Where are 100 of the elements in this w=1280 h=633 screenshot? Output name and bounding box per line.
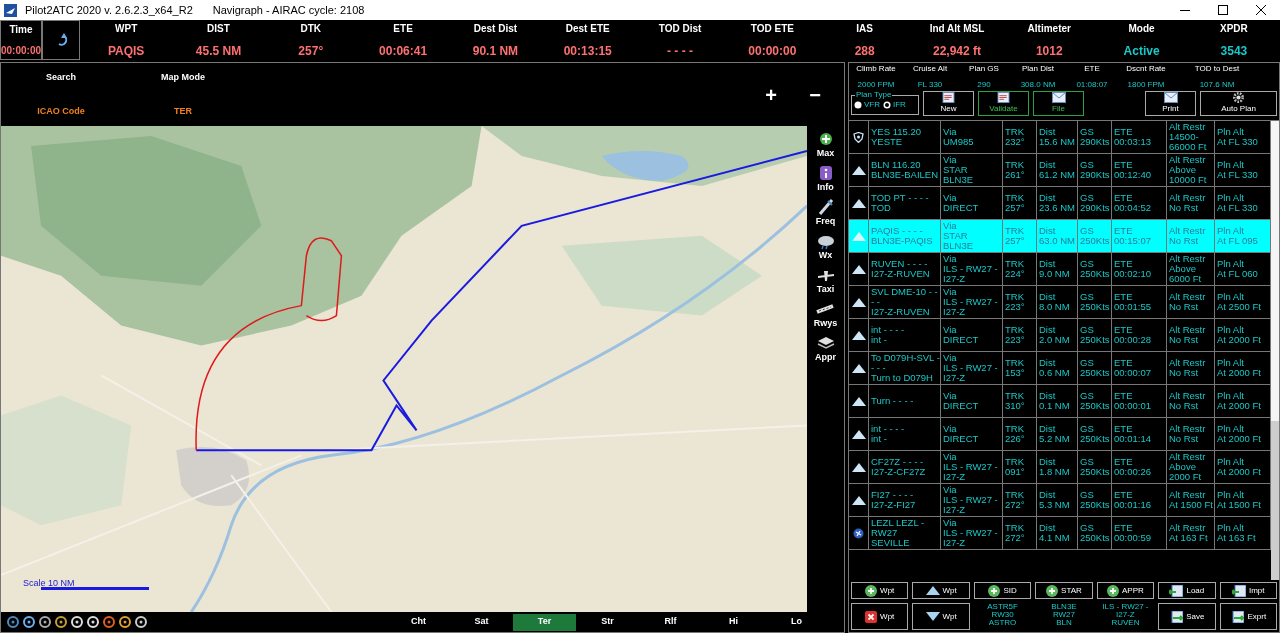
route-cell: Dist 2.0 NM xyxy=(1037,319,1078,351)
route-edit-button[interactable]: Wpt xyxy=(912,603,970,630)
file-import-icon xyxy=(1169,584,1184,597)
plan-button[interactable]: Print xyxy=(1145,91,1196,116)
route-edit-button[interactable]: Wpt xyxy=(851,582,909,599)
plan-stat-label: Cruise Alt xyxy=(912,63,948,75)
radio-button[interactable] xyxy=(854,101,862,109)
route-cell: Alt Restr At 163 Ft xyxy=(1167,517,1215,549)
radio-button[interactable] xyxy=(883,101,891,109)
toolbar-circle-icon[interactable] xyxy=(39,616,51,628)
route-cell: ETE 00:01:16 xyxy=(1112,484,1167,516)
plan-stat-value: 1800 FPM xyxy=(1127,79,1165,91)
route-cell: Via DIRECT xyxy=(941,187,1003,219)
readout-value: 3543 xyxy=(1220,42,1248,60)
route-edit-button[interactable]: Wpt xyxy=(912,582,970,599)
globe-icon xyxy=(853,527,864,539)
route-cell: Via ILS - RW27 - I27-Z xyxy=(941,517,1003,549)
route-cell: Alt Restr No Rst xyxy=(1167,352,1215,384)
route-cell: TRK 223° xyxy=(1003,319,1037,351)
map-layer-tab[interactable]: Cht xyxy=(387,613,450,631)
document-icon xyxy=(997,92,1010,103)
plan-stat-label: ETE xyxy=(1084,63,1100,75)
map-tool-button[interactable]: Taxi xyxy=(815,266,836,294)
route-row[interactable]: int - - - - int - Via DIRECT TRK 223° Dist 2.0 NM GS 250Kts ETE 00:00:28 Alt Restr No Rst Pln Alt At 2000 Ft xyxy=(849,319,1271,352)
map-layer-tab[interactable]: Hi xyxy=(702,613,765,631)
route-cell: Dist 1.8 NM xyxy=(1037,451,1078,483)
route-edit-button[interactable]: STAR xyxy=(1035,582,1093,599)
plan-stat-label: Plan GS xyxy=(969,63,999,75)
map-tool-button[interactable]: Info xyxy=(815,164,836,192)
zoom-in-button[interactable]: + xyxy=(756,79,786,110)
readout-value: Active xyxy=(1123,42,1160,60)
readout-value: 1012 xyxy=(1035,42,1063,60)
route-row[interactable]: Turn - - - - Via DIRECT TRK 310° Dist 0.1 NM GS 250Kts ETE 00:00:01 Alt Restr No Rst Pln Alt At 2000 Ft xyxy=(849,385,1271,418)
plan-button[interactable]: Validate xyxy=(978,91,1029,116)
route-cell: ETE 00:03:13 xyxy=(1112,121,1167,153)
route-cell: ETE 00:15:07 xyxy=(1112,220,1167,252)
map-layer-tab[interactable]: Rlf xyxy=(639,613,702,631)
plan-stat-label: Climb Rate xyxy=(856,63,896,75)
route-cell: Via ILS - RW27 - I27-Z xyxy=(941,253,1003,285)
plan-stat-value: 2000 FPM xyxy=(857,79,895,91)
route-edit-button[interactable]: Save xyxy=(1158,603,1216,630)
search-field[interactable]: ICAO Code xyxy=(37,104,85,118)
plan-button[interactable]: Auto Plan xyxy=(1200,91,1277,116)
zoom-out-button[interactable]: − xyxy=(800,79,830,110)
route-edit-button[interactable]: Wpt xyxy=(851,603,909,630)
readout-value: 288 xyxy=(854,42,875,60)
route-row[interactable]: YES 115.20 YESTE Via UM985 TRK 232° Dist 15.6 NM GS 290Kts ETE 00:03:13 Alt Restr 14500- 66000 Ft Pln Alt At FL 330 xyxy=(849,121,1271,154)
route-edit-button[interactable]: Exprt xyxy=(1219,603,1277,630)
route-cell: Alt Restr Above 6000 Ft xyxy=(1167,253,1215,285)
map-mode-value[interactable]: TER xyxy=(174,104,192,118)
triangle-icon xyxy=(851,297,866,307)
map-tool-button[interactable]: Wx xyxy=(815,232,836,260)
route-cell: int - - - - int - xyxy=(869,418,941,450)
route-cell: GS 290Kts xyxy=(1078,154,1112,186)
triangle-icon xyxy=(851,198,866,208)
route-row[interactable]: PAQIS - - - - BLN3E-PAQIS Via STAR BLN3E TRK 257° Dist 63.0 NM GS 250Kts ETE 00:15:07 Alt Restr No Rst Pln Alt At FL 095 xyxy=(849,220,1271,253)
map-tool-button[interactable]: Max xyxy=(815,130,836,158)
route-cell: ETE 00:00:01 xyxy=(1112,385,1167,417)
route-cell: Dist 8.0 NM xyxy=(1037,286,1078,318)
map-layer-tab[interactable]: Str xyxy=(576,613,639,631)
route-cell: GS 250Kts xyxy=(1078,319,1112,351)
minimize-icon xyxy=(1180,9,1190,11)
route-cell: LEZL LEZL - RW27 SEVILLE xyxy=(869,517,941,549)
toolbar-circle-icon[interactable] xyxy=(55,616,67,628)
route-edit-button[interactable]: SID xyxy=(973,582,1032,599)
plan-button[interactable]: File xyxy=(1033,91,1084,116)
plan-stat-label: TOD to Dest xyxy=(1194,63,1240,75)
route-edit-button[interactable]: Load xyxy=(1158,582,1216,599)
readout-value: 00:00:00 xyxy=(748,42,797,60)
route-cell: Turn - - - - xyxy=(869,385,941,417)
plan-button[interactable]: New xyxy=(923,91,974,116)
toolbar-circle-icon[interactable] xyxy=(135,616,147,628)
map-layer-tab[interactable]: Sat xyxy=(450,613,513,631)
plan-stat-label: Dscnt Rate xyxy=(1126,63,1166,75)
scrollbar[interactable] xyxy=(1271,121,1279,580)
route-edit-button[interactable]: APPR xyxy=(1096,582,1155,599)
map-tool-button[interactable]: Rwys xyxy=(813,300,838,328)
route-row[interactable]: int - - - - int - Via DIRECT TRK 226° Dist 5.2 NM GS 250Kts ETE 00:01:14 Alt Restr No Rst Pln Alt At 2000 Ft xyxy=(849,418,1271,451)
plan-stat-value: 308.0 NM xyxy=(1020,79,1056,91)
route-cell: Dist 0.1 NM xyxy=(1037,385,1078,417)
file-import-icon xyxy=(1232,584,1246,597)
route-cell: Via STAR BLN3E xyxy=(941,220,1003,252)
route-cell: GS 290Kts xyxy=(1078,121,1112,153)
delete-icon xyxy=(865,610,878,623)
route-cell: ETE 00:01:14 xyxy=(1112,418,1167,450)
map-layer-tab[interactable]: Ter xyxy=(513,613,576,631)
route-cell: YES 115.20 YESTE xyxy=(869,121,941,153)
readout-value: PAQIS xyxy=(107,42,145,60)
toolbar-circle-icon[interactable] xyxy=(23,616,35,628)
triangle-icon xyxy=(851,396,866,406)
toolbar-circle-icon[interactable] xyxy=(119,616,131,628)
route-cell: ETE 00:12:40 xyxy=(1112,154,1167,186)
triangle-icon xyxy=(851,330,866,340)
route-cell: Dist 63.0 NM xyxy=(1037,220,1078,252)
map-tool-button[interactable]: Freq xyxy=(815,198,836,226)
readout-label: DIST xyxy=(207,21,230,36)
route-edit-button[interactable]: Impt xyxy=(1219,582,1277,599)
map-tool-button[interactable]: Appr xyxy=(815,334,836,362)
route-cell: Via DIRECT xyxy=(941,418,1003,450)
map-layer-tab[interactable]: Lo xyxy=(765,613,828,631)
